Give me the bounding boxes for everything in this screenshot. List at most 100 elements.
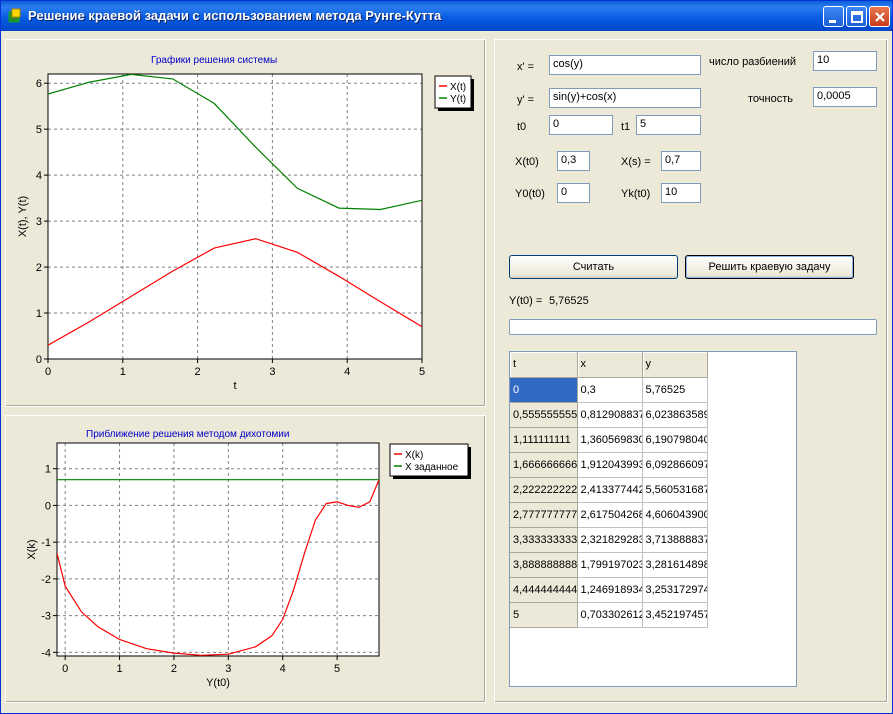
cell-t[interactable]: 2,222222222	[510, 477, 578, 503]
table-row[interactable]: 0 0,3 5,76525	[510, 377, 708, 403]
cell-y[interactable]: 3,253172974	[642, 577, 708, 603]
x-tick-label: 0	[62, 663, 68, 675]
legend-label: X(k)	[405, 450, 423, 461]
app-icon	[8, 8, 21, 23]
x-tick-label: 1	[116, 663, 122, 675]
cell-y[interactable]: 3,452197457	[642, 602, 708, 628]
table-row[interactable]: 1,111111111 1,360569830 6,190798040	[510, 427, 708, 453]
cell-x[interactable]: 2,413377442	[577, 477, 643, 503]
x-tick-label: 3	[269, 366, 275, 378]
y-tick-label: 4	[36, 170, 42, 182]
cell-y[interactable]: 5,560531687	[642, 477, 708, 503]
cell-t[interactable]: 1,666666666	[510, 452, 578, 478]
y-tick-label: 1	[45, 464, 51, 476]
compute-button[interactable]: Считать	[509, 255, 678, 279]
accuracy-input[interactable]: 0,0005	[813, 87, 877, 107]
y-tick-label: 0	[45, 500, 51, 512]
results-table: t x y 0 0,3 5,76525 0,555555555 0,812908837 6…	[510, 352, 708, 628]
cell-x[interactable]: 1,912043993	[577, 452, 643, 478]
cell-y[interactable]: 3,281614898	[642, 552, 708, 578]
x-tick-label: 4	[280, 663, 286, 675]
partitions-input[interactable]: 10	[813, 51, 877, 71]
partitions-label: число разбиений	[709, 56, 797, 68]
y-tick-label: 2	[36, 262, 42, 274]
cell-t[interactable]: 4,444444444	[510, 577, 578, 603]
table-row[interactable]: 2,222222222 2,413377442 5,560531687	[510, 477, 708, 503]
cell-y[interactable]: 6,190798040	[642, 427, 708, 453]
xs-label: X(s) =	[621, 156, 651, 168]
close-button[interactable]	[869, 6, 890, 27]
cell-x[interactable]: 0,3	[577, 377, 643, 403]
result-label: Y(t0) =	[509, 295, 543, 307]
result-value: 5,76525	[549, 295, 589, 307]
cell-y[interactable]: 6,092866097	[642, 452, 708, 478]
t1-input[interactable]: 5	[636, 115, 701, 135]
cell-t[interactable]: 5	[510, 602, 578, 628]
table-row[interactable]: 4,444444444 1,246918934 3,253172974	[510, 577, 708, 603]
y-tick-label: -4	[41, 647, 51, 659]
cell-t[interactable]: 1,111111111	[510, 427, 578, 453]
cell-y[interactable]: 6,023863589	[642, 402, 708, 428]
table-row[interactable]: 1,666666666 1,912043993 6,092866097	[510, 452, 708, 478]
solve-boundary-button[interactable]: Решить краевую задачу	[685, 255, 854, 279]
y-tick-label: -1	[41, 537, 51, 549]
dichotomy-chart: 10-1-2-3-40 1 2 3 4 5Y(t0)X(k)X(k)X заданное	[26, 442, 471, 689]
t1-label: t1	[621, 121, 631, 133]
system-chart: 0 1 2 3 4 5 6 0 1 2 3 4 5 t X(t), Y(t) X(t)Y(t)	[17, 73, 474, 392]
y0t0-label: Y0(t0)	[515, 188, 545, 200]
plot-area	[57, 443, 379, 656]
minimize-button[interactable]	[823, 6, 844, 27]
legend-label: X заданное	[405, 462, 459, 473]
y0t0-input[interactable]: 0	[557, 183, 590, 203]
table-row[interactable]: 5 0,703302612 3,452197457	[510, 602, 708, 628]
ykt0-input[interactable]: 10	[661, 183, 701, 203]
x-tick-label: 3	[225, 663, 231, 675]
maximize-button[interactable]	[846, 6, 867, 27]
cell-x[interactable]: 0,703302612	[577, 602, 643, 628]
cell-x[interactable]: 2,321829283	[577, 527, 643, 553]
cell-y[interactable]: 3,713888837	[642, 527, 708, 553]
main-window: Решение краевой задачи с использованием …	[0, 0, 893, 714]
dichotomy-chart-panel: Приближение решения методом дихотомии 10…	[5, 415, 486, 703]
x-tick-label: 1	[120, 366, 126, 378]
progress-bar	[509, 319, 877, 335]
x-prime-label: x' =	[517, 61, 535, 73]
y-axis-label: X(t), Y(t)	[17, 196, 29, 237]
y-tick-label: 5	[36, 124, 42, 136]
xs-input[interactable]: 0,7	[661, 151, 701, 171]
cell-t[interactable]: 3,888888888	[510, 552, 578, 578]
cell-x[interactable]: 2,617504268	[577, 502, 643, 528]
xt0-label: X(t0)	[515, 156, 539, 168]
cell-x[interactable]: 1,799197023	[577, 552, 643, 578]
ykt0-label: Yk(t0)	[621, 188, 651, 200]
cell-y[interactable]: 4,606043900	[642, 502, 708, 528]
header-x[interactable]: x	[577, 352, 643, 378]
xt0-input[interactable]: 0,3	[557, 151, 590, 171]
y-tick-label: 6	[36, 78, 42, 90]
t0-label: t0	[517, 121, 527, 133]
x-prime-input[interactable]: cos(y)	[549, 55, 701, 75]
t0-input[interactable]: 0	[549, 115, 613, 135]
cell-t[interactable]: 0	[510, 377, 578, 403]
results-grid[interactable]: t x y 0 0,3 5,76525 0,555555555 0,812908837 6…	[509, 351, 797, 687]
y-tick-label: 1	[36, 308, 42, 320]
title-bar[interactable]: Решение краевой задачи с использованием …	[1, 1, 892, 31]
cell-t[interactable]: 2,777777777	[510, 502, 578, 528]
cell-t[interactable]: 0,555555555	[510, 402, 578, 428]
accuracy-label: точность	[748, 93, 793, 105]
cell-y[interactable]: 5,76525	[642, 377, 708, 403]
table-row[interactable]: 3,333333333 2,321829283 3,713888837	[510, 527, 708, 553]
table-row[interactable]: 2,777777777 2,617504268 4,606043900	[510, 502, 708, 528]
x-axis-label: t	[233, 380, 236, 392]
header-t[interactable]: t	[510, 352, 578, 378]
cell-x[interactable]: 1,360569830	[577, 427, 643, 453]
cell-t[interactable]: 3,333333333	[510, 527, 578, 553]
y-prime-label: y' =	[517, 94, 535, 106]
table-row[interactable]: 3,888888888 1,799197023 3,281614898	[510, 552, 708, 578]
x-tick-label: 2	[195, 366, 201, 378]
header-y[interactable]: y	[642, 352, 708, 378]
cell-x[interactable]: 0,812908837	[577, 402, 643, 428]
table-row[interactable]: 0,555555555 0,812908837 6,023863589	[510, 402, 708, 428]
y-prime-input[interactable]: sin(y)+cos(x)	[549, 88, 701, 108]
cell-x[interactable]: 1,246918934	[577, 577, 643, 603]
